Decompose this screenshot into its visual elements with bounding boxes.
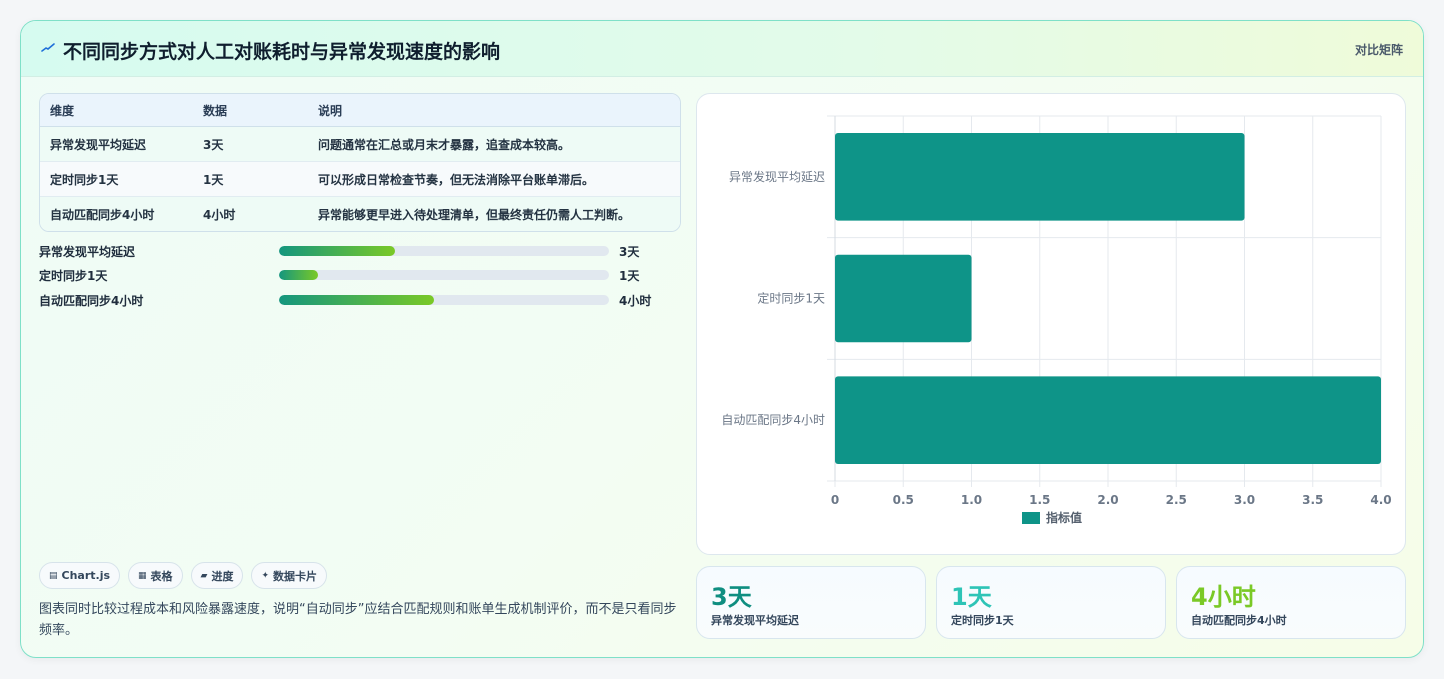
progress-fill: [279, 270, 318, 280]
bar-chart: 0 0.5 1.0 1.5 2.0 2.5 3.0 3.5 4.0 异常发现平均延迟定时同步1天自…: [721, 115, 1392, 525]
progress-label: 异常发现平均延迟: [39, 245, 136, 259]
progress-label: 定时同步1天: [39, 269, 108, 283]
table-row: 异常发现平均延迟 3天 问题通常在汇总或月末才暴露，追查成本较高。: [40, 127, 680, 162]
table-icon: ▦: [138, 570, 147, 581]
table-cell: 问题通常在汇总或月末才暴露，追查成本较高。: [318, 137, 571, 152]
stat-value: 3天: [711, 583, 752, 611]
table-cell: 自动匹配同步4小时: [50, 208, 155, 222]
comparison-tag: 对比矩阵: [1354, 43, 1403, 57]
chip-label: 数据卡片: [273, 569, 318, 583]
progress-track: [279, 270, 609, 280]
progress-track: [279, 246, 609, 256]
progress-value: 4小时: [619, 294, 652, 308]
progress-fill: [279, 295, 435, 305]
progress-label: 自动匹配同步4小时: [39, 294, 144, 308]
y-tick-label: 异常发现平均延迟: [729, 169, 825, 184]
column-header: 数据: [203, 103, 228, 118]
table-cell: 定时同步1天: [50, 172, 119, 187]
x-tick-label: 0: [831, 493, 839, 507]
progress-value: 3天: [619, 245, 640, 259]
progress-value: 1天: [619, 269, 640, 283]
page-title: 不同同步方式对人工对账耗时与异常发现速度的影响: [63, 41, 501, 63]
legend-swatch: [1022, 512, 1040, 524]
feature-chips: ▤ Chart.js ▦ 表格 ▰ 进度 ✦ 数据卡片: [39, 562, 328, 589]
legend-label: 指标值: [1046, 510, 1082, 525]
progress-fill: [279, 246, 396, 256]
chip-table[interactable]: ▦ 表格: [128, 562, 183, 589]
sparkle-icon: ✦: [261, 570, 270, 581]
progress-row: 异常发现平均延迟 3天: [39, 243, 679, 259]
card-header: 不同同步方式对人工对账耗时与异常发现速度的影响 对比矩阵: [21, 21, 1423, 77]
stat-card: 1天 定时同步1天: [936, 566, 1166, 639]
stat-label: 自动匹配同步4小时: [1191, 614, 1287, 627]
table-cell: 3天: [203, 137, 224, 152]
table-cell: 异常发现平均延迟: [50, 137, 147, 152]
description-note: 图表同时比较过程成本和风险暴露速度，说明“自动同步”应结合匹配规则和账单生成机制…: [39, 602, 677, 638]
data-table: 维度 数据 说明 异常发现平均延迟 3天 问题通常在汇总或月末才暴露，追查成本较…: [39, 93, 681, 232]
x-tick-label: 2.0: [1097, 493, 1118, 507]
trend-line-icon: [41, 43, 55, 52]
table-cell: 可以形成日常检查节奏，但无法消除平台账单滞后。: [318, 172, 595, 187]
bar: [835, 133, 1245, 221]
chip-label: 进度: [211, 569, 234, 583]
x-tick-label: 1.0: [961, 493, 982, 507]
stat-value: 1天: [951, 583, 992, 611]
column-header: 维度: [50, 103, 75, 118]
chip-data-card[interactable]: ✦ 数据卡片: [251, 562, 328, 589]
chip-label: 表格: [150, 569, 173, 583]
progress-icon: ▰: [200, 570, 208, 581]
chart-icon: ▤: [49, 570, 58, 581]
x-tick-label: 4.0: [1370, 493, 1391, 507]
table-row: 定时同步1天 1天 可以形成日常检查节奏，但无法消除平台账单滞后。: [40, 162, 680, 197]
dashboard-card: 不同同步方式对人工对账耗时与异常发现速度的影响 对比矩阵 维度 数据 说明 异常…: [20, 20, 1424, 658]
y-tick-label: 定时同步1天: [757, 291, 825, 306]
stat-value: 4小时: [1191, 583, 1256, 611]
stat-card: 4小时 自动匹配同步4小时: [1176, 566, 1406, 639]
x-tick-label: 1.5: [1029, 493, 1050, 507]
table-cell: 异常能够更早进入待处理清单，但最终责任仍需人工判断。: [318, 208, 631, 222]
chip-chartjs[interactable]: ▤ Chart.js: [39, 562, 121, 589]
chip-progress[interactable]: ▰ 进度: [190, 562, 244, 589]
bar: [835, 376, 1381, 464]
bar-chart-panel: 0 0.5 1.0 1.5 2.0 2.5 3.0 3.5 4.0 异常发现平均延迟定时同步1天自…: [696, 93, 1406, 555]
x-tick-label: 3.0: [1234, 493, 1255, 507]
x-tick-label: 2.5: [1166, 493, 1187, 507]
progress-row: 自动匹配同步4小时 4小时: [39, 292, 679, 308]
column-header: 说明: [318, 103, 343, 118]
table-cell: 4小时: [203, 208, 236, 222]
x-tick-label: 3.5: [1302, 493, 1323, 507]
chip-label: Chart.js: [61, 569, 111, 582]
progress-track: [279, 295, 609, 305]
bar: [835, 254, 972, 343]
table-cell: 1天: [203, 172, 224, 187]
progress-row: 定时同步1天 1天: [39, 267, 679, 283]
y-tick-label: 自动匹配同步4小时: [721, 413, 825, 427]
stat-card: 3天 异常发现平均延迟: [696, 566, 926, 639]
stat-label: 异常发现平均延迟: [711, 614, 799, 627]
table-row: 自动匹配同步4小时 4小时 异常能够更早进入待处理清单，但最终责任仍需人工判断。: [40, 197, 680, 231]
table-header-row: 维度 数据 说明: [40, 94, 680, 127]
stat-label: 定时同步1天: [951, 614, 1014, 627]
x-tick-label: 0.5: [893, 493, 914, 507]
